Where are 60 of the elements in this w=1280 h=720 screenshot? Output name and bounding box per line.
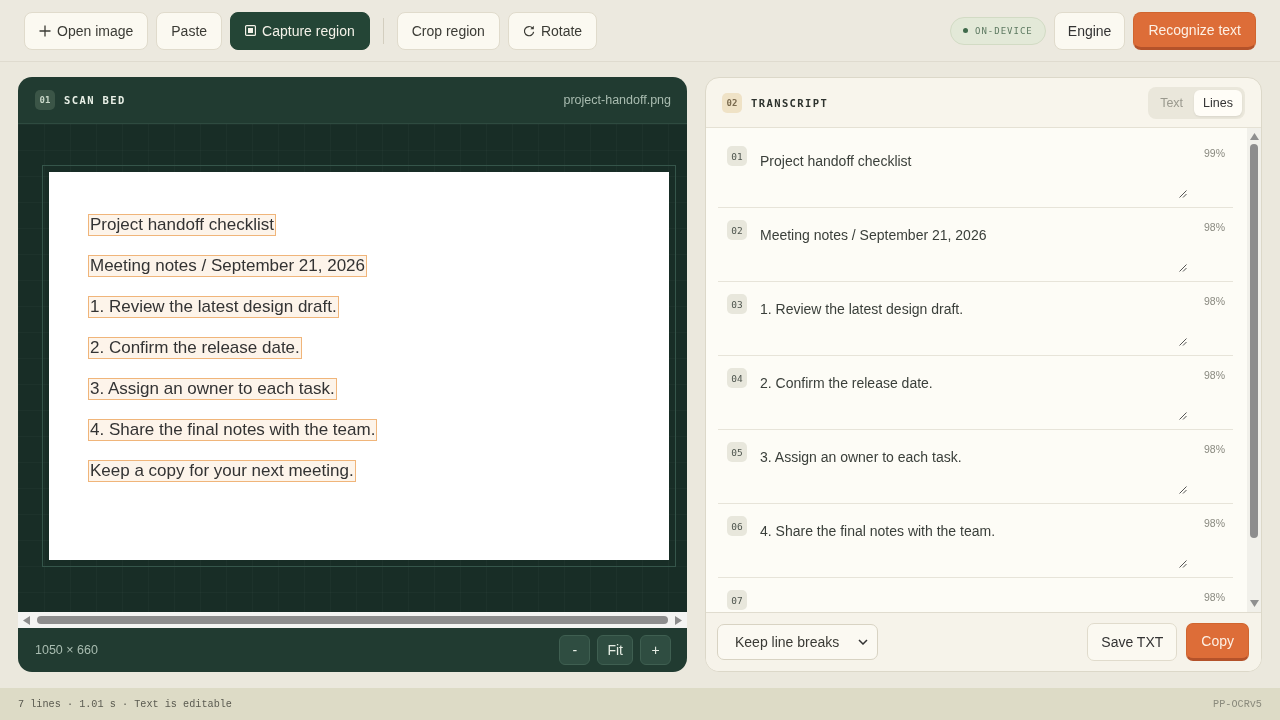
confidence-label: 98% [1203,220,1225,233]
line-text-field[interactable]: 1. Review the latest design draft. [760,294,1191,348]
confidence-label: 99% [1203,146,1225,159]
confidence-label: 98% [1203,442,1225,455]
scrollbar-thumb[interactable] [37,616,668,624]
line-text-field[interactable]: Meeting notes / September 21, 2026 [760,220,1191,274]
confidence-label: 98% [1203,516,1225,529]
scroll-right-icon[interactable] [675,615,682,625]
line-number-badge: 03 [727,294,747,314]
resize-grip-icon[interactable] [1179,560,1187,568]
plus-icon [39,24,51,37]
capture-icon [245,25,257,36]
view-tab[interactable]: Lines [1194,89,1242,116]
line-text-field[interactable]: 3. Assign an owner to each task. [760,442,1191,496]
engine-mode-label: ON-DEVICE [975,25,1033,36]
line-number-badge: 06 [727,516,747,536]
horizontal-scrollbar[interactable] [18,612,687,628]
zoom-control-button[interactable]: - [559,635,591,665]
toolbar-button[interactable]: Crop region [396,11,500,50]
toolbar-button[interactable]: Open image [24,11,149,50]
line-text-field[interactable]: 2. Confirm the release date. [760,368,1191,422]
line-number-badge: 05 [727,442,747,462]
toolbar-button[interactable]: Engine [1053,11,1126,50]
confidence-label: 98% [1203,368,1225,381]
toolbar-button[interactable]: Paste [156,11,223,50]
panel-title: SCAN BED [64,94,126,106]
confidence-label: 98% [1203,294,1225,307]
line-number-badge: 02 [727,220,747,240]
toolbar-button[interactable]: Rotate [507,11,598,50]
resize-grip-icon[interactable] [1179,190,1187,198]
resize-grip-icon[interactable] [1179,338,1187,346]
rotate-icon [522,24,535,37]
panel-title: TRANSCRIPT [751,96,829,109]
line-number-badge: 04 [727,368,747,388]
zoom-control-button[interactable]: + [640,635,671,665]
resize-grip-icon[interactable] [1179,264,1187,272]
line-text-field[interactable]: Project handoff checklist [760,146,1191,200]
toolbar-button[interactable]: Capture region [230,11,370,50]
zoom-control-button[interactable]: Fit [597,635,633,665]
status-summary: 7 lines · 1.01 s · Text is editable [18,698,232,710]
resize-grip-icon[interactable] [1179,412,1187,420]
transcript-action-button[interactable]: Save TXT [1087,623,1178,661]
status-dot-icon [963,28,968,33]
file-name: project-handoff.png [563,93,671,107]
scrollbar-thumb[interactable] [1250,144,1258,538]
confidence-label: 98% [1203,590,1225,603]
scroll-down-icon[interactable] [1249,600,1259,607]
resize-grip-icon[interactable] [1179,486,1187,494]
scroll-up-icon[interactable] [1249,133,1259,140]
model-name: PP-OCRv5 [1213,698,1262,710]
chevron-down-icon [858,639,868,645]
section-number-badge: 01 [35,90,55,110]
line-number-badge: 07 [727,590,747,610]
scroll-left-icon[interactable] [23,615,30,625]
line-number-badge: 01 [727,146,747,166]
image-dimensions: 1050 × 660 [35,643,98,657]
line-break-select[interactable]: Keep line breaks [717,624,878,660]
vertical-scrollbar[interactable] [1247,128,1261,612]
line-text-field[interactable]: 4. Share the final notes with the team. [760,516,1191,570]
section-number-badge: 02 [722,92,742,113]
